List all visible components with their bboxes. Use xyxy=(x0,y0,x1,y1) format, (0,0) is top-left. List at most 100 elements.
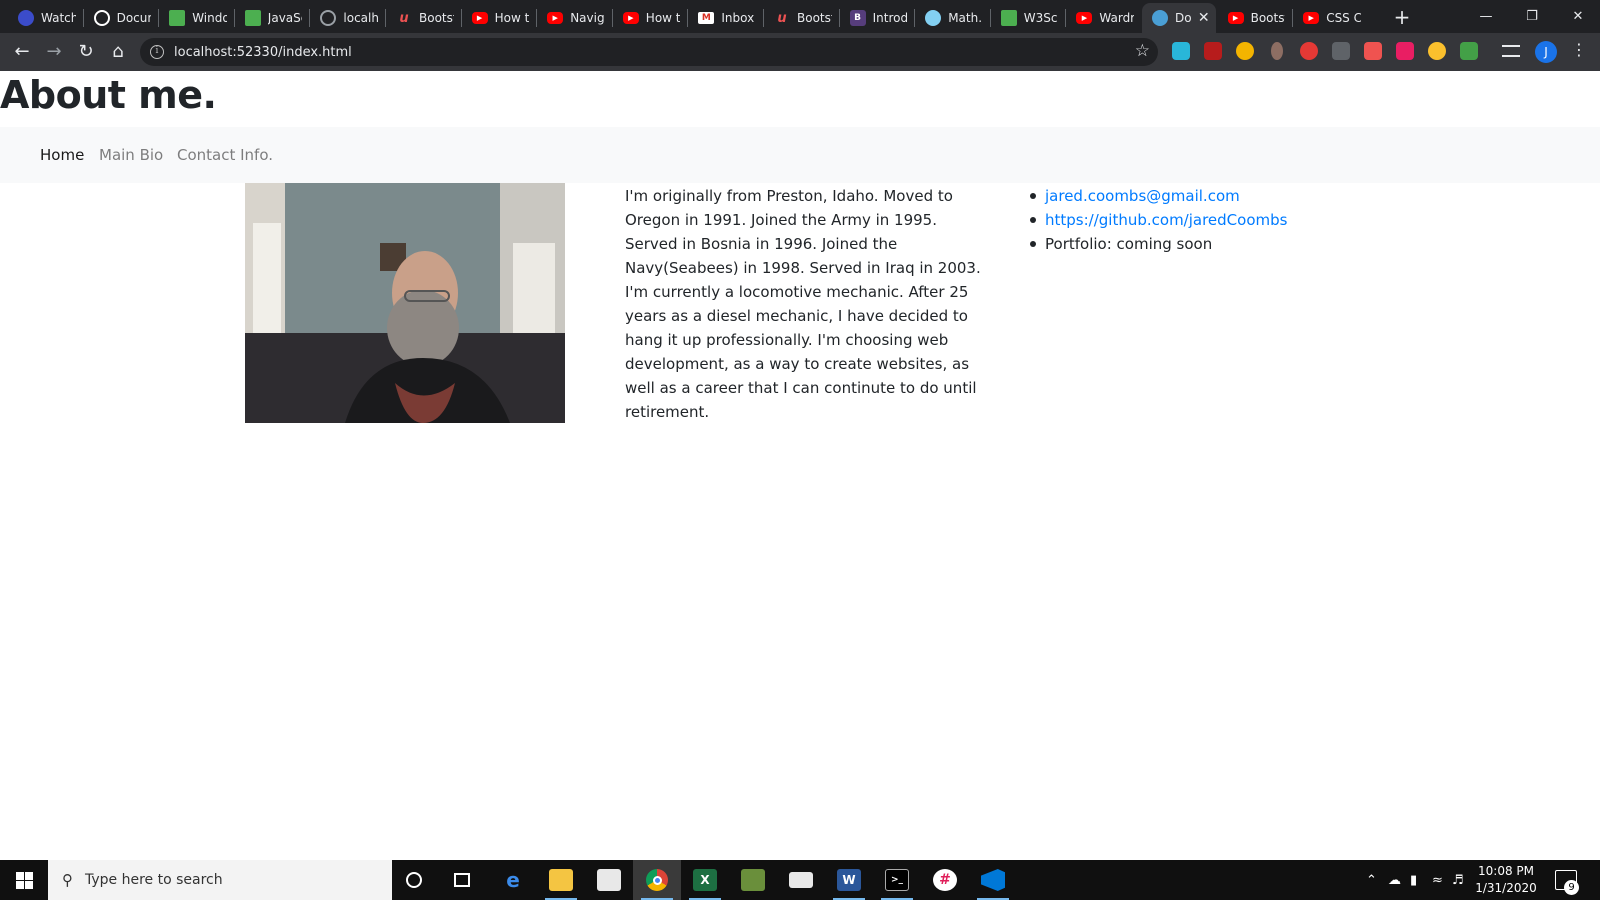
browser-tab[interactable]: Do ✕ xyxy=(1142,3,1216,33)
browser-tab[interactable]: ▶ CSS Cr xyxy=(1293,3,1367,33)
browser-tab-title: Do xyxy=(1175,11,1192,25)
w3schools-icon xyxy=(244,10,261,26)
mail-icon[interactable] xyxy=(777,860,825,900)
vscode-logo-icon xyxy=(981,869,1005,891)
back-arrow-icon[interactable]: ← xyxy=(7,36,37,66)
youtube-icon: ▶ xyxy=(1227,12,1244,24)
command-prompt-icon: >_ xyxy=(885,869,909,891)
browser-tab[interactable]: localho xyxy=(310,3,384,33)
browser-tab[interactable]: Docum xyxy=(84,3,158,33)
browser-tab[interactable]: ▶ How to xyxy=(462,3,536,33)
taskbar-search-box[interactable]: ⚲ Type here to search xyxy=(48,860,392,900)
microsoft-store-icon[interactable] xyxy=(585,860,633,900)
extension-check-icon[interactable] xyxy=(1460,42,1478,60)
nav-bio-link[interactable]: Main Bio xyxy=(99,146,163,164)
extension-pdf-icon[interactable] xyxy=(1204,42,1222,60)
battery-icon[interactable]: ▮ xyxy=(1410,860,1417,900)
extension-ghost-icon[interactable] xyxy=(1172,42,1190,60)
shield-icon xyxy=(18,10,34,26)
web-page: About me. Home Main Bio Contact Info. I'… xyxy=(0,71,1600,860)
show-hidden-icons-chevron-icon[interactable]: ⌃ xyxy=(1366,860,1377,900)
browser-tab[interactable]: M Inbox ( xyxy=(688,3,762,33)
bookmark-star-icon[interactable]: ☆ xyxy=(1135,42,1150,60)
browser-tab-title: Bootst xyxy=(797,11,832,25)
nav-contact-link[interactable]: Contact Info. xyxy=(177,146,273,164)
browser-tab[interactable]: ▶ How to xyxy=(613,3,687,33)
forward-arrow-icon[interactable]: → xyxy=(39,36,69,66)
excel-icon[interactable]: X xyxy=(681,860,729,900)
page-title: About me. xyxy=(0,73,217,117)
browser-tab[interactable]: Windo xyxy=(159,3,233,33)
browser-tab[interactable]: W3Sch xyxy=(991,3,1065,33)
slack-icon[interactable]: # xyxy=(921,860,969,900)
word-icon[interactable]: W xyxy=(825,860,873,900)
browser-tab[interactable]: JavaSc xyxy=(235,3,309,33)
browser-tab-title: Bootst xyxy=(1250,11,1286,25)
close-tab-icon[interactable]: ✕ xyxy=(1198,10,1210,26)
close-window-button[interactable]: ✕ xyxy=(1555,0,1600,32)
profile-photo xyxy=(245,183,565,423)
profile-avatar[interactable]: J xyxy=(1535,41,1557,63)
portfolio-text: Portfolio: coming soon xyxy=(1045,235,1213,253)
new-tab-button[interactable]: + xyxy=(1391,6,1413,28)
vscode-icon[interactable] xyxy=(969,860,1017,900)
reload-icon[interactable]: ↻ xyxy=(71,36,101,66)
windows-taskbar: ⚲ Type here to search e X W >_ # ⌃ ☁ ▮ ≈… xyxy=(0,860,1600,900)
extension-arrow-icon[interactable] xyxy=(1364,42,1382,60)
address-bar-url[interactable]: localhost:52330/index.html xyxy=(174,45,352,60)
w3schools-icon xyxy=(169,10,186,26)
media-controls-icon[interactable] xyxy=(1502,45,1520,57)
youtube-icon: ▶ xyxy=(1303,12,1320,24)
extension-heart-icon[interactable] xyxy=(1396,42,1414,60)
extension-bean-icon[interactable] xyxy=(1271,42,1283,60)
edge-glyph-icon: e xyxy=(506,868,520,892)
extension-screenshot-icon[interactable] xyxy=(1332,42,1350,60)
browser-tab[interactable]: ▶ Naviga xyxy=(537,3,611,33)
extension-adblock-icon[interactable] xyxy=(1300,42,1318,60)
clock-date: 1/31/2020 xyxy=(1475,881,1537,895)
cortana-circle-icon xyxy=(406,872,422,888)
browser-tab[interactable]: u Bootst xyxy=(764,3,838,33)
browser-tab-title: Inbox ( xyxy=(721,11,756,25)
mdn-icon xyxy=(925,10,942,26)
browser-tab[interactable]: ▶ Wardr xyxy=(1066,3,1140,33)
wifi-icon[interactable]: ≈ xyxy=(1432,860,1443,900)
onedrive-icon[interactable]: ☁ xyxy=(1388,860,1401,900)
slack-logo-icon: # xyxy=(933,869,957,891)
taskbar-clock[interactable]: 10:08 PM 1/31/2020 xyxy=(1470,863,1542,897)
task-view-icon[interactable] xyxy=(438,860,486,900)
extension-search-icon[interactable] xyxy=(1428,42,1446,60)
excel-x-icon: X xyxy=(693,869,717,891)
volume-icon[interactable]: ♬ xyxy=(1452,860,1464,900)
email-link[interactable]: jared.coombs@gmail.com xyxy=(1045,187,1240,205)
grass-block-icon xyxy=(741,869,765,891)
browser-tab-strip: + — ❐ ✕ Watch Docum Windo JavaSc localho u Boo… xyxy=(0,0,1600,33)
browser-tab[interactable]: Math.r xyxy=(915,3,989,33)
browser-tab[interactable]: ▶ Bootst xyxy=(1218,3,1292,33)
vscode-live-icon xyxy=(1152,10,1168,26)
browser-tab-title: CSS Cr xyxy=(1326,11,1361,25)
nav-home-link[interactable]: Home xyxy=(40,146,84,164)
chrome-icon[interactable] xyxy=(633,860,681,900)
minecraft-icon[interactable] xyxy=(729,860,777,900)
contact-list: jared.coombs@gmail.com https://github.co… xyxy=(1030,183,1370,256)
windows-start-button[interactable] xyxy=(0,860,48,900)
home-icon[interactable]: ⌂ xyxy=(103,36,133,66)
file-explorer-icon[interactable] xyxy=(537,860,585,900)
list-item: https://github.com/jaredCoombs xyxy=(1030,208,1370,232)
extension-color-icon[interactable] xyxy=(1236,42,1254,60)
restore-button[interactable]: ❐ xyxy=(1509,0,1555,32)
browser-tab[interactable]: B Introdu xyxy=(840,3,914,33)
edge-icon[interactable]: e xyxy=(489,860,537,900)
browser-tab[interactable]: Watch xyxy=(8,3,82,33)
cortana-icon[interactable] xyxy=(390,860,438,900)
terminal-icon[interactable]: >_ xyxy=(873,860,921,900)
site-info-icon[interactable]: i xyxy=(150,45,164,59)
github-link[interactable]: https://github.com/jaredCoombs xyxy=(1045,211,1287,229)
minimize-button[interactable]: — xyxy=(1463,0,1509,32)
browser-menu-icon[interactable]: ⋮ xyxy=(1571,40,1587,59)
browser-tab[interactable]: u Bootst xyxy=(386,3,460,33)
browser-tab-title: Math.r xyxy=(948,11,983,25)
browser-tab-title: How to xyxy=(494,11,530,25)
address-bar[interactable]: i localhost:52330/index.html ☆ xyxy=(140,38,1158,66)
